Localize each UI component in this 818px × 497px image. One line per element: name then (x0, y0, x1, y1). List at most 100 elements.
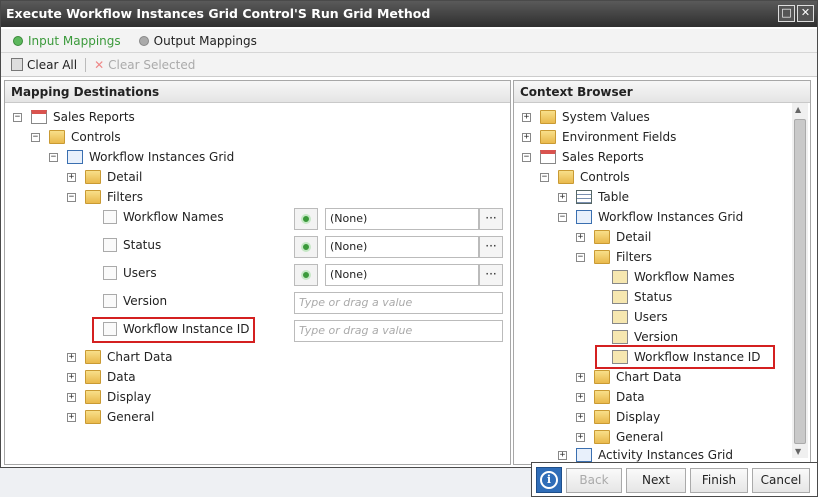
value-toggle-button[interactable] (294, 236, 318, 258)
close-icon[interactable]: ✕ (797, 5, 814, 22)
back-button[interactable]: Back (566, 468, 622, 493)
maximize-icon[interactable]: □ (778, 5, 795, 22)
tree-node-sales-reports[interactable]: − Sales Reports (13, 107, 135, 127)
expand-icon[interactable]: + (576, 372, 585, 382)
wizard-footer: i Back Next Finish Cancel (531, 462, 818, 497)
tree-node-sales-reports[interactable]: − Sales Reports (522, 147, 644, 167)
collapse-icon[interactable]: − (558, 212, 567, 222)
tree-node-system-values[interactable]: + System Values (522, 107, 650, 127)
folder-icon (558, 170, 574, 184)
title-bar: Execute Workflow Instances Grid Control'… (1, 1, 817, 27)
collapse-icon[interactable]: − (540, 172, 549, 182)
tree-node-filters[interactable]: − Filters (67, 187, 143, 207)
finish-button[interactable]: Finish (690, 468, 748, 493)
tree-node-controls[interactable]: − Controls (540, 167, 630, 187)
tree-node-detail[interactable]: + Detail (67, 167, 142, 187)
clear-all-button[interactable]: Clear All (11, 58, 77, 72)
mapping-destinations-header: Mapping Destinations (5, 81, 510, 103)
tab-input-mappings[interactable]: Input Mappings (13, 34, 121, 48)
grid-control-icon (67, 150, 83, 164)
view-icon (31, 110, 47, 124)
folder-icon (85, 170, 101, 184)
tree-node-users[interactable]: Users (612, 307, 668, 327)
status-select[interactable]: (None) (325, 236, 479, 258)
dialog-title: Execute Workflow Instances Grid Control'… (6, 6, 431, 21)
clear-selected-button[interactable]: ✕ Clear Selected (94, 58, 195, 72)
value-toggle-button[interactable] (294, 208, 318, 230)
expand-icon[interactable]: + (576, 412, 585, 422)
collapse-icon[interactable]: − (49, 152, 58, 162)
ellipsis-button[interactable]: ··· (479, 264, 503, 286)
ellipsis-button[interactable]: ··· (479, 208, 503, 230)
workflow-names-select[interactable]: (None) (325, 208, 479, 230)
instance-id-value-input[interactable]: Type or drag a value (294, 320, 503, 342)
collapse-icon[interactable]: − (67, 192, 76, 202)
open-folder-icon (594, 250, 610, 264)
info-button[interactable]: i (536, 467, 562, 493)
folder-icon (85, 350, 101, 364)
scroll-up-icon[interactable]: ▲ (795, 105, 801, 114)
clear-selected-icon: ✕ (94, 57, 105, 72)
tree-node-display[interactable]: + Display (67, 387, 151, 407)
tree-node-general[interactable]: + General (67, 407, 154, 427)
expand-icon[interactable]: + (67, 352, 76, 362)
tree-node-workflow-instances-grid[interactable]: − Workflow Instances Grid (558, 207, 743, 227)
expand-icon[interactable]: + (558, 192, 567, 202)
checkbox[interactable] (103, 266, 117, 280)
checkbox[interactable] (103, 238, 117, 252)
ellipsis-button[interactable]: ··· (479, 236, 503, 258)
open-folder-icon (85, 190, 101, 204)
expand-icon[interactable]: + (67, 412, 76, 422)
folder-icon (594, 430, 610, 444)
tree-node-filters[interactable]: − Filters (576, 247, 652, 267)
green-dot-icon (301, 214, 311, 224)
expand-icon[interactable]: + (576, 392, 585, 402)
expand-icon[interactable]: + (522, 112, 531, 122)
grid-control-icon (576, 448, 592, 462)
users-select[interactable]: (None) (325, 264, 479, 286)
vertical-scrollbar[interactable]: ▲ ▼ (792, 103, 808, 458)
expand-icon[interactable]: + (67, 172, 76, 182)
collapse-icon[interactable]: − (13, 112, 22, 122)
expand-icon[interactable]: + (576, 432, 585, 442)
scrollbar-thumb[interactable] (794, 119, 806, 444)
version-value-input[interactable]: Type or drag a value (294, 292, 503, 314)
cancel-button[interactable]: Cancel (752, 468, 810, 493)
tree-node-table[interactable]: + Table (558, 187, 629, 207)
tree-node-data[interactable]: + Data (576, 387, 645, 407)
expand-icon[interactable]: + (67, 392, 76, 402)
folder-icon (85, 410, 101, 424)
folder-icon (594, 390, 610, 404)
expand-icon[interactable]: + (576, 232, 585, 242)
value-toggle-button[interactable] (294, 264, 318, 286)
tree-node-status[interactable]: Status (612, 287, 672, 307)
expand-icon[interactable]: + (522, 132, 531, 142)
expand-icon[interactable]: + (67, 372, 76, 382)
tree-node-detail[interactable]: + Detail (576, 227, 651, 247)
tree-node-display[interactable]: + Display (576, 407, 660, 427)
tree-node-data[interactable]: + Data (67, 367, 136, 387)
tree-node-activity-instances-grid[interactable]: + Activity Instances Grid (558, 447, 733, 463)
checkbox[interactable] (103, 294, 117, 308)
folder-icon (85, 370, 101, 384)
expand-icon[interactable]: + (558, 450, 567, 460)
tab-output-mappings[interactable]: Output Mappings (138, 34, 257, 48)
tree-node-workflow-instances-grid[interactable]: − Workflow Instances Grid (49, 147, 234, 167)
tree-node-controls[interactable]: − Controls (31, 127, 121, 147)
tree-node-version[interactable]: Version (612, 327, 678, 347)
next-button[interactable]: Next (626, 468, 686, 493)
tree-node-chart-data[interactable]: + Chart Data (67, 347, 172, 367)
collapse-icon[interactable]: − (522, 152, 531, 162)
tree-node-environment-fields[interactable]: + Environment Fields (522, 127, 676, 147)
tree-node-workflow-names[interactable]: Workflow Names (612, 267, 735, 287)
view-icon (540, 150, 556, 164)
background-area (0, 468, 531, 497)
collapse-icon[interactable]: − (31, 132, 40, 142)
tree-node-chart-data[interactable]: + Chart Data (576, 367, 681, 387)
checkbox[interactable] (103, 210, 117, 224)
info-icon: i (540, 471, 558, 489)
tree-node-general[interactable]: + General (576, 427, 663, 447)
field-icon (612, 330, 628, 344)
scroll-down-icon[interactable]: ▼ (795, 447, 801, 456)
collapse-icon[interactable]: − (576, 252, 585, 262)
